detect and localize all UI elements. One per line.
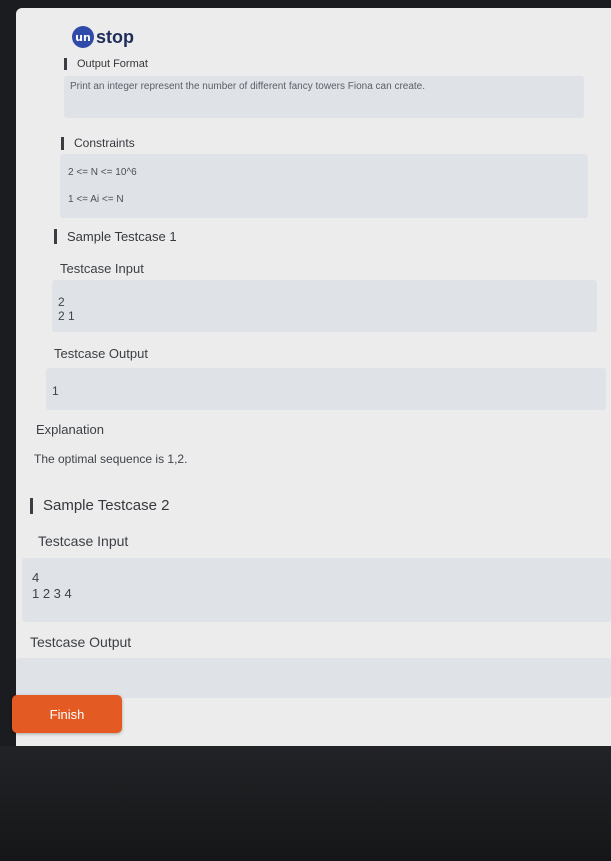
explanation-label: Explanation	[36, 422, 104, 437]
testcase-1-output-box	[46, 368, 606, 410]
constraint-line-1: 2 <= N <= 10^6	[68, 167, 137, 178]
watermark	[435, 223, 440, 235]
testcase-2-input-box	[22, 558, 611, 622]
device-bezel	[0, 746, 611, 861]
constraints-title: Constraints	[74, 136, 135, 150]
testcase-1-input-label: Testcase Input	[60, 261, 144, 276]
testcase-1-input-box	[52, 280, 597, 332]
heading-bar	[30, 497, 33, 514]
heading-bar	[54, 229, 57, 244]
sample-testcase-1-heading: Sample Testcase 1	[54, 229, 177, 244]
testcase-1-output-label: Testcase Output	[54, 346, 148, 361]
explanation-text: The optimal sequence is 1,2.	[34, 452, 188, 466]
output-format-heading: Output Format	[64, 58, 148, 70]
sample-testcase-1-title: Sample Testcase 1	[67, 229, 177, 244]
finish-button[interactable]: Finish	[12, 695, 122, 733]
heading-bar	[61, 136, 64, 150]
sample-testcase-2-heading: Sample Testcase 2	[30, 497, 169, 514]
output-format-title: Output Format	[77, 58, 148, 70]
testcase-2-output-box	[16, 658, 611, 698]
testcase-1-output-value: 1	[52, 384, 59, 398]
testcase-2-input-label: Testcase Input	[38, 533, 129, 549]
question-panel: un stop Output Format Print an integer r…	[16, 8, 611, 746]
testcase-2-output-label: Testcase Output	[30, 634, 132, 650]
logo-text: stop	[96, 26, 134, 47]
heading-bar	[64, 58, 67, 70]
device-frame: un stop Output Format Print an integer r…	[0, 0, 611, 861]
output-format-text: Print an integer represent the number of…	[70, 81, 426, 92]
testcase-2-input-value: 4 1 2 3 4	[32, 570, 72, 601]
logo-mark: un	[72, 26, 94, 48]
constraints-box	[60, 154, 588, 218]
unstop-logo: un stop	[72, 26, 134, 48]
constraint-line-2: 1 <= Ai <= N	[68, 194, 124, 205]
testcase-1-input-value: 2 2 1	[58, 295, 75, 323]
sample-testcase-2-title: Sample Testcase 2	[43, 497, 170, 514]
constraints-heading: Constraints	[61, 136, 135, 150]
